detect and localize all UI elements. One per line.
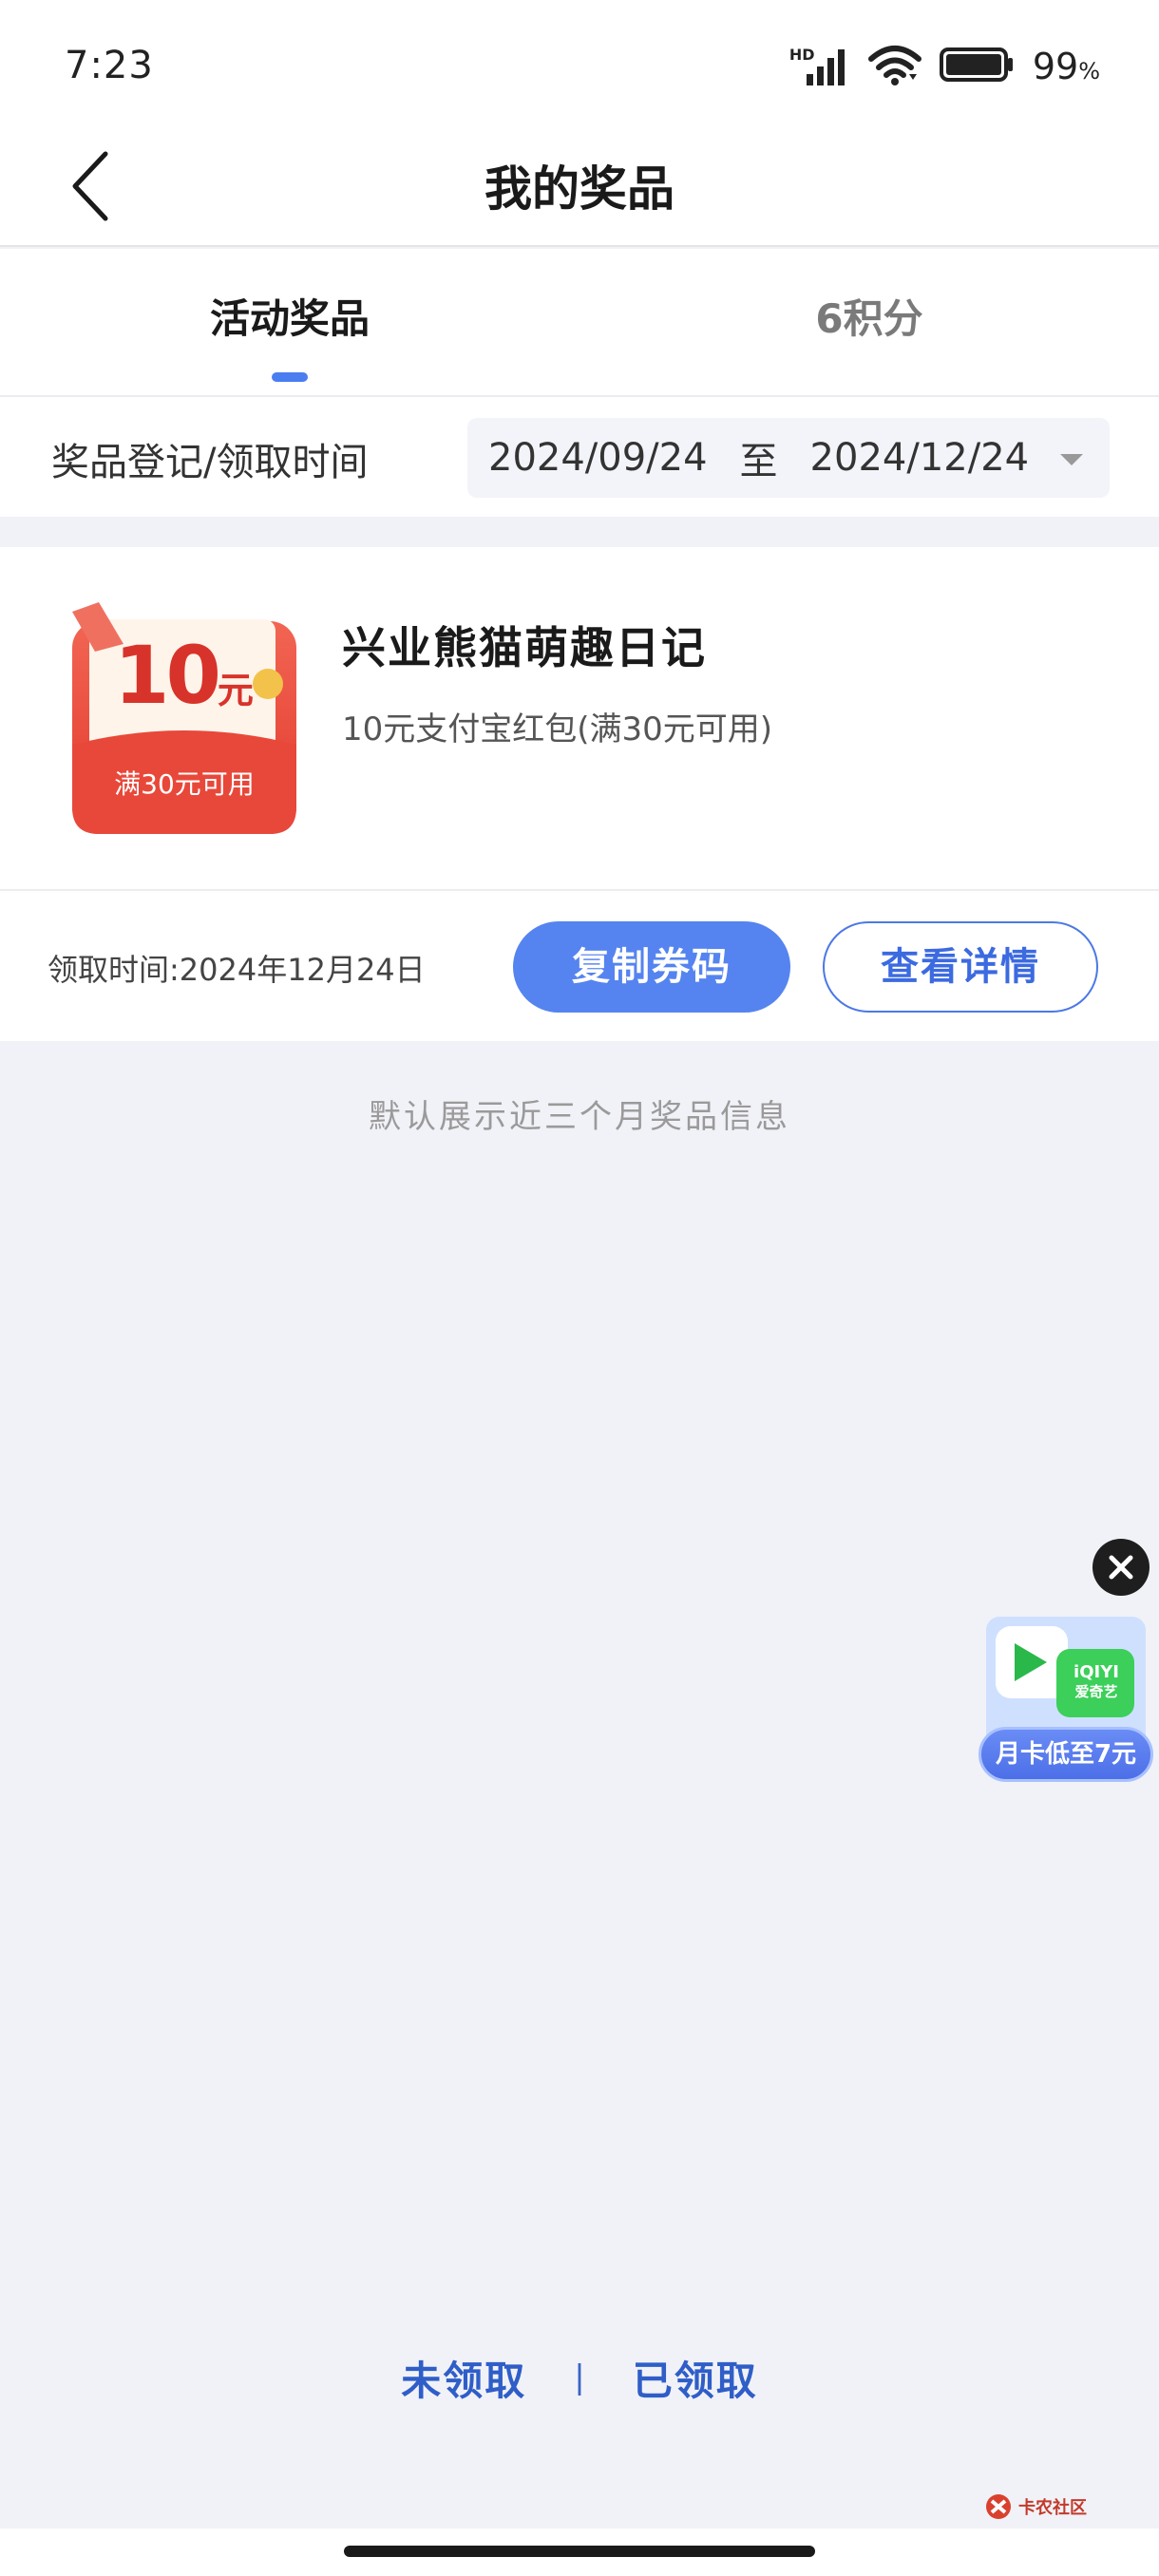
coupon-amount-value: 10 bbox=[114, 629, 221, 722]
status-icons: HD 99% bbox=[789, 44, 1100, 89]
home-indicator[interactable] bbox=[344, 2546, 815, 2557]
status-bar: 7:23 HD 99% bbox=[0, 0, 1159, 133]
tab-bar: 活动奖品 6积分 bbox=[0, 249, 1159, 395]
iqiyi-brand-cn: 爱奇艺 bbox=[1074, 1683, 1118, 1700]
watermark: 卡农社区 bbox=[984, 2492, 1087, 2521]
tab-points[interactable]: 6积分 bbox=[580, 249, 1159, 395]
claimed-link[interactable]: 已领取 bbox=[633, 2349, 758, 2407]
start-date: 2024/09/24 bbox=[488, 436, 708, 480]
end-date: 2024/12/24 bbox=[809, 436, 1030, 480]
close-icon bbox=[1109, 1555, 1133, 1580]
date-filter: 奖品登记/领取时间 2024/09/24 至 2024/12/24 bbox=[0, 395, 1159, 517]
watermark-logo-icon bbox=[986, 2494, 1011, 2519]
coupon-thumbnail: 10元 满30元可用 bbox=[72, 602, 296, 834]
back-button[interactable] bbox=[57, 139, 124, 234]
tab-indicator bbox=[272, 372, 308, 382]
iqiyi-brand: iQIYI 爱奇艺 bbox=[1062, 1664, 1130, 1699]
date-range-selector[interactable]: 2024/09/24 至 2024/12/24 bbox=[467, 418, 1110, 498]
prize-name: 兴业熊猫萌趣日记 bbox=[342, 622, 707, 673]
battery-level: 99% bbox=[1033, 46, 1100, 87]
copy-code-button[interactable]: 复制券码 bbox=[513, 921, 790, 1013]
coupon-condition: 满30元可用 bbox=[114, 768, 255, 800]
watermark-text: 卡农社区 bbox=[1018, 2498, 1087, 2518]
chevron-left-icon bbox=[72, 151, 108, 221]
bottom-links: 未领取 | 已领取 bbox=[0, 2344, 1159, 2411]
link-separator: | bbox=[574, 2358, 585, 2396]
coupon-amount-unit: 元 bbox=[217, 670, 254, 711]
ad-label[interactable]: 月卡低至7元 bbox=[978, 1727, 1153, 1782]
view-details-button[interactable]: 查看详情 bbox=[823, 921, 1098, 1013]
status-time: 7:23 bbox=[65, 44, 154, 87]
signal-icon: HD bbox=[789, 46, 850, 87]
prize-card: 10元 满30元可用 兴业熊猫萌趣日记 10元支付宝红包(满30元可用) 领取时… bbox=[0, 547, 1159, 1041]
header: 我的奖品 bbox=[0, 133, 1159, 247]
battery-unit: % bbox=[1078, 58, 1100, 85]
wifi-icon bbox=[867, 44, 922, 89]
prize-description: 10元支付宝红包(满30元可用) bbox=[342, 710, 773, 748]
iqiyi-brand-en: iQIYI bbox=[1074, 1662, 1119, 1682]
filter-label: 奖品登记/领取时间 bbox=[51, 441, 369, 484]
battery-value: 99 bbox=[1032, 46, 1079, 87]
coupon-amount: 10元 bbox=[114, 629, 254, 722]
caret-down-icon bbox=[1060, 454, 1083, 465]
claim-time: 领取时间:2024年12月24日 bbox=[48, 952, 426, 988]
page-title: 我的奖品 bbox=[484, 161, 674, 217]
unclaimed-link[interactable]: 未领取 bbox=[401, 2349, 526, 2407]
date-separator: 至 bbox=[739, 440, 778, 483]
battery-icon bbox=[939, 46, 1016, 87]
footnote: 默认展示近三个月奖品信息 bbox=[369, 1098, 790, 1136]
ad-close-button[interactable] bbox=[1092, 1539, 1150, 1596]
divider bbox=[0, 889, 1159, 891]
